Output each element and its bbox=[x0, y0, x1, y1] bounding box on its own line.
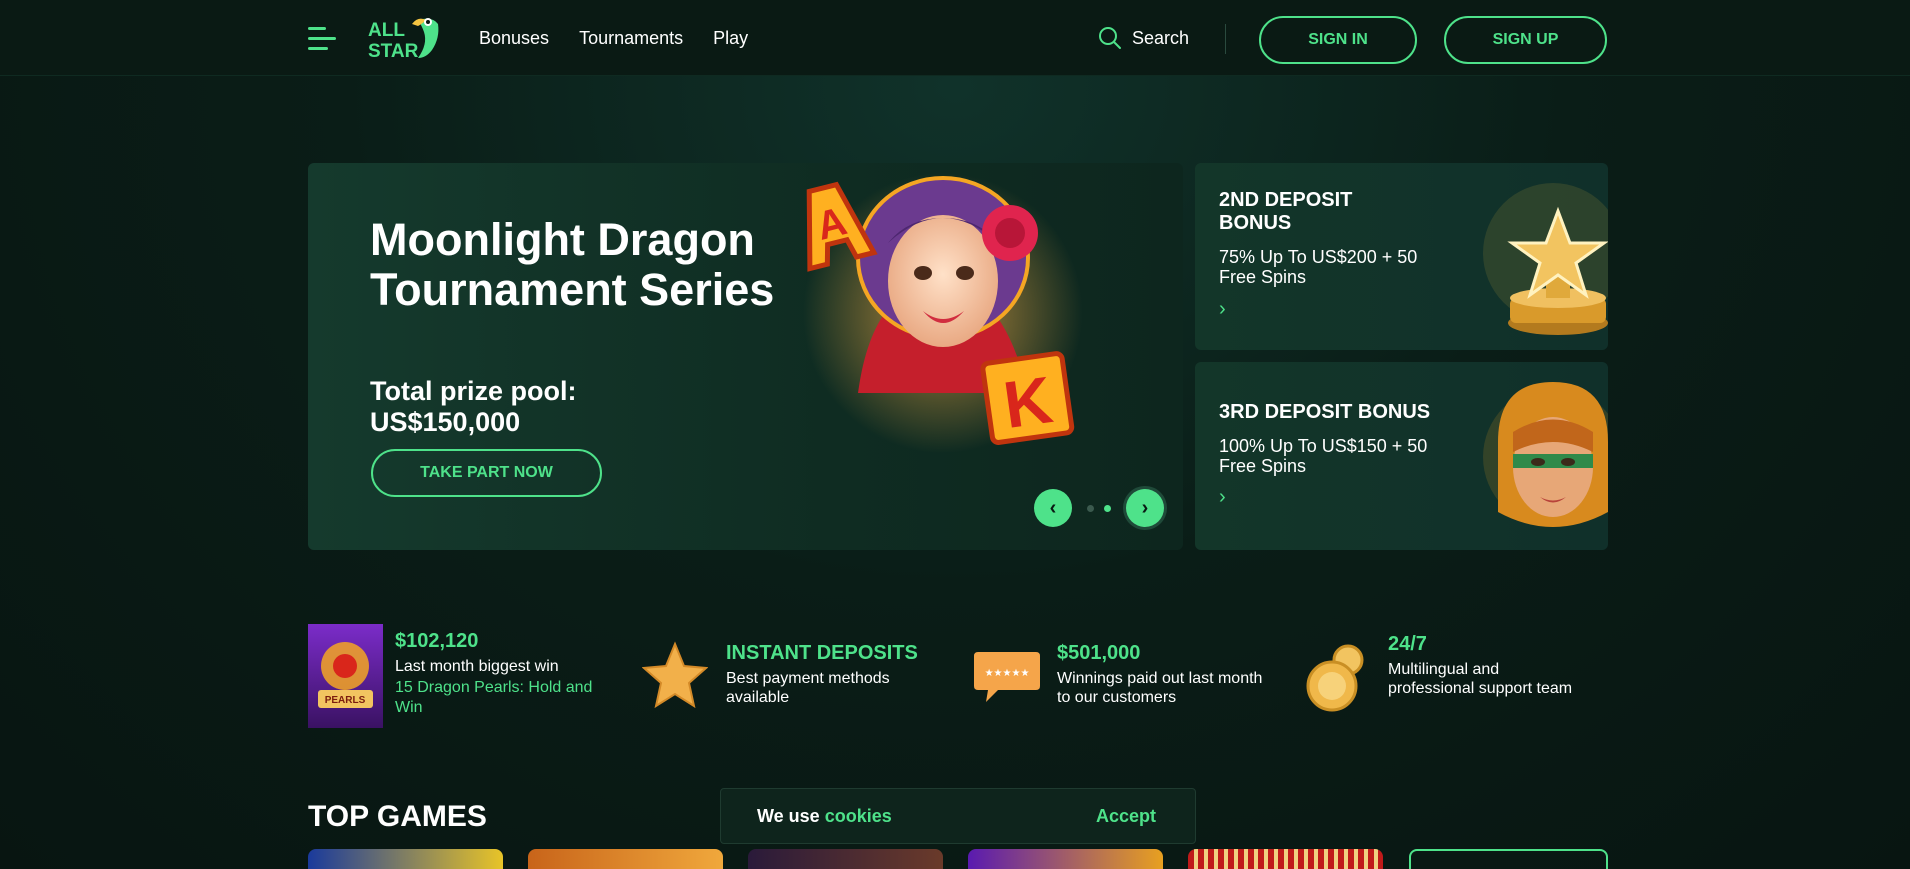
nav-play[interactable]: Play bbox=[713, 28, 748, 49]
sign-in-button[interactable]: SIGN IN bbox=[1259, 16, 1417, 64]
search-label: Search bbox=[1132, 27, 1190, 48]
cookie-text: We use cookies bbox=[757, 806, 892, 827]
hero-banner: Moonlight Dragon Tournament Series Total… bbox=[308, 163, 1183, 550]
trophy-star-icon bbox=[1483, 183, 1608, 335]
chevron-right-icon: › bbox=[1141, 496, 1149, 519]
header-divider bbox=[1225, 24, 1226, 54]
menu-icon[interactable] bbox=[308, 25, 336, 53]
top-header: ALL STAR Bonuses Tournaments Play Search… bbox=[0, 0, 1910, 76]
stat-value: INSTANT DEPOSITS bbox=[726, 642, 918, 664]
stat-support: 24/7 Multilingual and professional suppo… bbox=[1388, 633, 1578, 698]
search-button[interactable]: Search bbox=[1098, 26, 1189, 50]
sign-up-button[interactable]: SIGN UP bbox=[1444, 16, 1607, 64]
stat-description: Last month biggest win bbox=[395, 658, 559, 675]
cookies-link[interactable]: cookies bbox=[825, 806, 892, 826]
stat-winnings-paid: $501,000 Winnings paid out last month to… bbox=[1057, 642, 1267, 707]
stat-value: $501,000 bbox=[1057, 642, 1141, 664]
bonus-description: 100% Up To US$150 + 50 Free Spins bbox=[1219, 436, 1428, 476]
take-part-button[interactable]: TAKE PART NOW bbox=[371, 449, 602, 497]
allstar-logo[interactable]: ALL STAR bbox=[366, 14, 446, 60]
carousel-dot-1[interactable] bbox=[1087, 505, 1094, 512]
star-icon bbox=[642, 641, 708, 709]
cookie-banner: We use cookies Accept bbox=[720, 788, 1196, 844]
stat-instant-deposits: INSTANT DEPOSITS Best payment methods av… bbox=[726, 642, 946, 707]
search-icon bbox=[1099, 27, 1121, 49]
aztec-warrior-image bbox=[1483, 382, 1608, 527]
more-games-card[interactable] bbox=[1409, 849, 1608, 869]
carousel-next-button[interactable]: › bbox=[1126, 489, 1164, 527]
chevron-left-icon: ‹ bbox=[1049, 496, 1057, 519]
stat-biggest-win: $102,120 Last month biggest win 15 Drago… bbox=[395, 630, 605, 718]
biggest-win-game-link[interactable]: 15 Dragon Pearls: Hold and Win bbox=[395, 678, 605, 718]
hero-character-image: A K bbox=[803, 173, 1083, 453]
dragon-pearls-game-thumbnail[interactable]: PEARLS bbox=[308, 624, 383, 728]
game-card[interactable] bbox=[748, 849, 943, 869]
carousel-dot-2[interactable] bbox=[1104, 505, 1111, 512]
coins-icon bbox=[1306, 644, 1364, 712]
chevron-right-icon[interactable]: › bbox=[1219, 298, 1226, 321]
bonus-card-3rd-deposit[interactable]: 3RD DEPOSIT BONUS 100% Up To US$150 + 50… bbox=[1195, 362, 1608, 550]
chevron-right-icon[interactable]: › bbox=[1219, 486, 1226, 509]
stat-value: $102,120 bbox=[395, 630, 479, 652]
top-games-heading: TOP GAMES bbox=[308, 800, 487, 833]
hero-title: Moonlight Dragon Tournament Series bbox=[370, 214, 775, 315]
game-card[interactable] bbox=[528, 849, 723, 869]
main-nav: Bonuses Tournaments Play bbox=[479, 28, 748, 49]
logo-text-all: ALL bbox=[368, 20, 405, 41]
hero-prize-pool: Total prize pool: US$150,000 bbox=[370, 376, 577, 437]
logo-text-star: STAR bbox=[368, 41, 419, 60]
stat-description: Winnings paid out last month to our cust… bbox=[1057, 670, 1263, 706]
bonus-description: 75% Up To US$200 + 50 Free Spins bbox=[1219, 247, 1418, 287]
thumbnail-caption: PEARLS bbox=[325, 695, 366, 706]
stat-description: Best payment methods available bbox=[726, 670, 890, 706]
bonus-card-2nd-deposit[interactable]: 2ND DEPOSIT BONUS 75% Up To US$200 + 50 … bbox=[1195, 163, 1608, 350]
stat-value: 24/7 bbox=[1388, 633, 1427, 655]
bonus-title: 3RD DEPOSIT BONUS bbox=[1219, 401, 1431, 423]
review-bubble-icon: ★★★★★ bbox=[974, 652, 1040, 702]
bonus-title: 2ND DEPOSIT BONUS bbox=[1219, 189, 1353, 234]
game-card[interactable] bbox=[968, 849, 1163, 869]
page: ALL STAR Bonuses Tournaments Play Search… bbox=[0, 0, 1910, 869]
svg-text:★★★★★: ★★★★★ bbox=[985, 668, 1030, 679]
cookie-prefix: We use bbox=[757, 806, 820, 826]
stat-description: Multilingual and professional support te… bbox=[1388, 661, 1573, 697]
game-card[interactable] bbox=[1188, 849, 1383, 869]
nav-tournaments[interactable]: Tournaments bbox=[579, 28, 683, 49]
game-card[interactable] bbox=[308, 849, 503, 869]
nav-bonuses[interactable]: Bonuses bbox=[479, 28, 549, 49]
carousel-prev-button[interactable]: ‹ bbox=[1034, 489, 1072, 527]
accept-cookies-button[interactable]: Accept bbox=[1096, 806, 1156, 827]
